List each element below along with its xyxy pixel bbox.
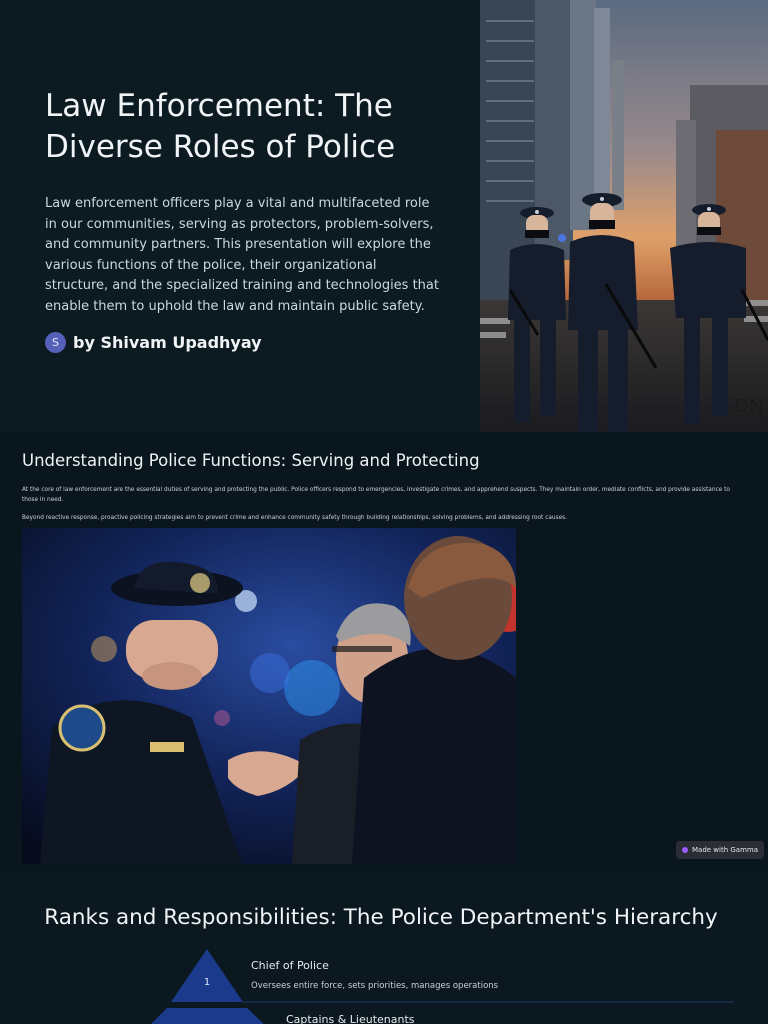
functions-slide: Understanding Police Functions: Serving …	[0, 432, 768, 870]
functions-title: Understanding Police Functions: Serving …	[22, 451, 480, 470]
pyramid-tier-2	[151, 1008, 264, 1024]
pyramid-tier-1	[171, 949, 243, 1002]
functions-paragraph-1: At the core of law enforcement are the e…	[22, 487, 730, 503]
officer-conversation-photo	[22, 528, 516, 864]
made-with-gamma-label: Made with Gamma	[692, 846, 759, 854]
officer-conversation-illustration	[22, 528, 516, 864]
author-name: by Shivam Upadhyay	[73, 332, 262, 352]
functions-paragraph-2: Beyond reactive response, proactive poli…	[22, 515, 567, 521]
gamma-logo-icon	[682, 847, 688, 853]
title-slide-heading: Law Enforcement: The Diverse Roles of Po…	[45, 88, 396, 165]
title-slide-body: Law enforcement officers play a vital an…	[45, 196, 439, 314]
hierarchy-slide: Ranks and Responsibilities: The Police D…	[0, 870, 768, 1024]
tier-1-title: Chief of Police	[251, 959, 329, 972]
author-line: S by Shivam Upadhyay	[45, 331, 445, 353]
officers-street-photo: DN MYO	[480, 0, 768, 432]
tier-2-title: Captains & Lieutenants	[286, 1013, 415, 1024]
hierarchy-pyramid	[151, 949, 734, 1024]
officers-street-illustration: DN MYO	[480, 0, 768, 432]
tier-1-number: 1	[203, 977, 211, 988]
title-slide-text: Law Enforcement: The Diverse Roles of Po…	[45, 86, 445, 353]
watermark-text: DN MYO	[734, 396, 768, 417]
avatar: S	[45, 331, 66, 353]
made-with-gamma-badge[interactable]: Made with Gamma	[676, 841, 765, 859]
title-slide: Law Enforcement: The Diverse Roles of Po…	[0, 0, 768, 432]
tier-1-description: Oversees entire force, sets priorities, …	[251, 981, 499, 991]
